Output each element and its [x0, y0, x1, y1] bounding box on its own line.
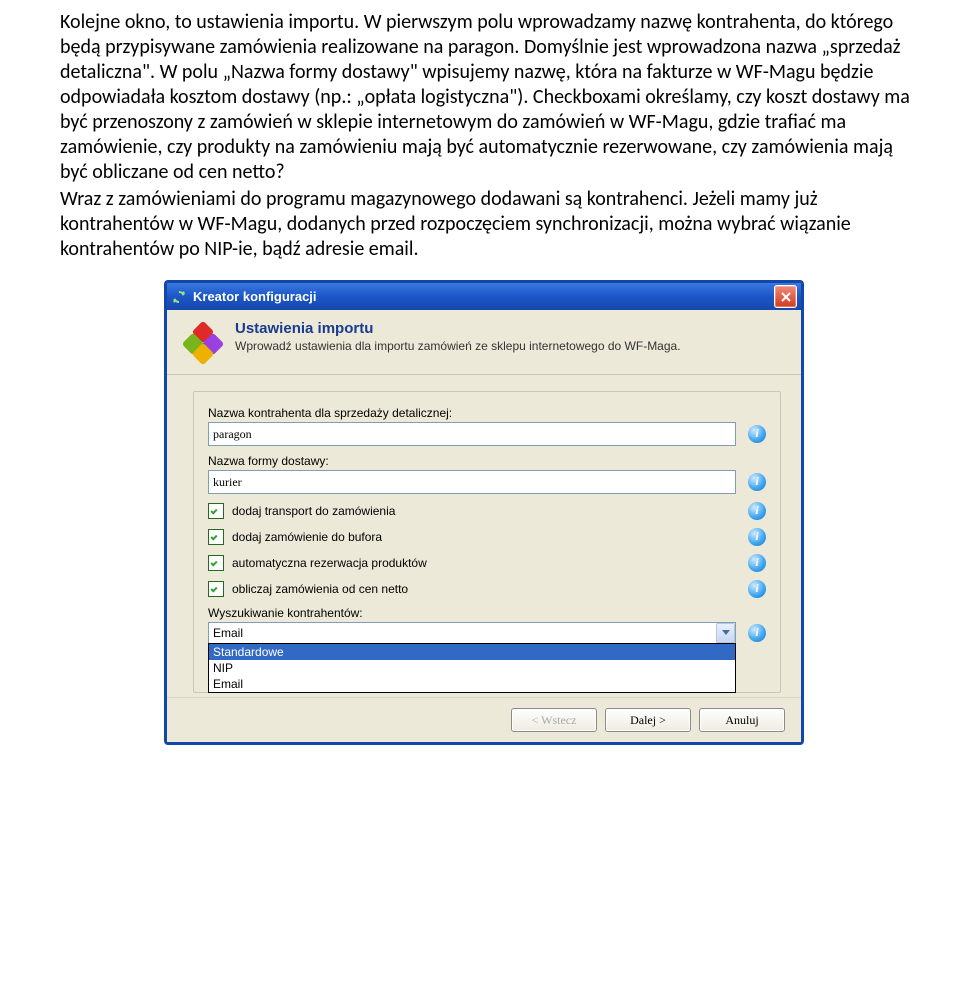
settings-frame: Nazwa kontrahenta dla sprzedaży detalicz…: [193, 391, 781, 693]
info-icon[interactable]: [748, 580, 766, 598]
info-icon[interactable]: [748, 554, 766, 572]
dropdown-list: Standardowe NIP Email: [208, 643, 736, 693]
next-button[interactable]: Dalej >: [605, 708, 691, 732]
checkbox-add-buffer[interactable]: [208, 529, 224, 545]
checkbox-label: dodaj zamówienie do bufora: [232, 530, 736, 544]
doc-paragraph-2: Wraz z zamówieniami do programu magazyno…: [60, 187, 920, 262]
dropdown-option[interactable]: NIP: [209, 660, 735, 676]
contractor-search-label: Wyszukiwanie kontrahentów:: [208, 606, 766, 620]
app-sync-icon: [171, 289, 187, 305]
window-title: Kreator konfiguracji: [193, 289, 317, 304]
dialog-window: Kreator konfiguracji Ustawienia importu …: [164, 280, 804, 745]
dialog-header: Ustawienia importu Wprowadź ustawienia d…: [167, 310, 801, 375]
close-icon: [781, 292, 791, 302]
info-icon[interactable]: [748, 528, 766, 546]
titlebar: Kreator konfiguracji: [167, 283, 801, 310]
info-icon[interactable]: [748, 473, 766, 491]
contractor-search-select[interactable]: Email: [208, 622, 736, 644]
dropdown-button[interactable]: [716, 623, 735, 643]
retail-name-label: Nazwa kontrahenta dla sprzedaży detalicz…: [208, 406, 766, 420]
delivery-name-input[interactable]: [208, 470, 736, 494]
back-button[interactable]: < Wstecz: [511, 708, 597, 732]
info-icon[interactable]: [748, 502, 766, 520]
doc-paragraph-1: Kolejne okno, to ustawienia importu. W p…: [60, 10, 920, 185]
cancel-button[interactable]: Anuluj: [699, 708, 785, 732]
delivery-name-label: Nazwa formy dostawy:: [208, 454, 766, 468]
checkbox-label: dodaj transport do zamówienia: [232, 504, 736, 518]
header-subtitle: Wprowadź ustawienia dla importu zamówień…: [235, 339, 681, 353]
close-button[interactable]: [774, 285, 797, 308]
chevron-down-icon: [722, 630, 730, 636]
info-icon[interactable]: [748, 624, 766, 642]
dialog-footer: < Wstecz Dalej > Anuluj: [167, 697, 801, 742]
checkbox-netto-prices[interactable]: [208, 581, 224, 597]
dropdown-option[interactable]: Email: [209, 676, 735, 692]
dropdown-option[interactable]: Standardowe: [209, 644, 735, 660]
select-value: Email: [213, 626, 243, 640]
checkbox-add-transport[interactable]: [208, 503, 224, 519]
retail-name-input[interactable]: [208, 422, 736, 446]
info-icon[interactable]: [748, 425, 766, 443]
wizard-icon: [183, 322, 223, 362]
checkbox-label: automatyczna rezerwacja produktów: [232, 556, 736, 570]
checkbox-label: obliczaj zamówienia od cen netto: [232, 582, 736, 596]
header-title: Ustawienia importu: [235, 320, 681, 337]
checkbox-auto-reservation[interactable]: [208, 555, 224, 571]
